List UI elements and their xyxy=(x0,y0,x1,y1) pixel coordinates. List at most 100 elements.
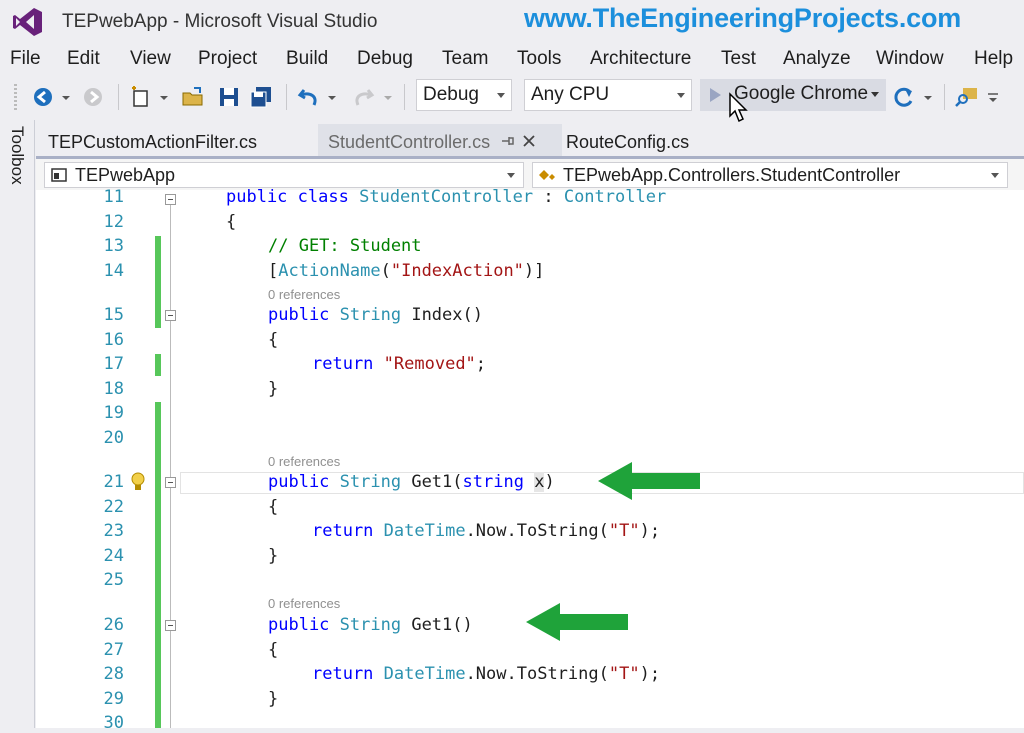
line-number: 15 xyxy=(103,305,124,325)
tab-routeconfig[interactable]: RouteConfig.cs xyxy=(556,124,699,158)
keyword: class xyxy=(297,187,349,207)
start-target-dropdown-icon[interactable] xyxy=(870,91,880,99)
type-name: String xyxy=(339,472,402,492)
toolbar-grip[interactable] xyxy=(14,84,17,110)
menu-test[interactable]: Test xyxy=(721,48,756,70)
line-number: 12 xyxy=(103,212,124,232)
navigate-back-icon[interactable] xyxy=(30,84,56,110)
title-bar: TEPwebApp - Microsoft Visual Studio www.… xyxy=(0,0,1024,44)
undo-icon[interactable] xyxy=(296,84,322,110)
collapse-toggle[interactable] xyxy=(165,194,176,205)
parameter-name: x xyxy=(534,472,545,492)
collapse-toggle[interactable] xyxy=(165,477,176,488)
line-number: 19 xyxy=(103,403,124,423)
project-name: TEPwebApp xyxy=(75,165,176,185)
code-line: { xyxy=(268,640,278,660)
change-indicator xyxy=(155,402,161,728)
method-signature: Index() xyxy=(401,305,483,325)
new-project-icon[interactable] xyxy=(128,84,154,110)
keyword: string xyxy=(462,472,524,492)
menu-debug[interactable]: Debug xyxy=(357,48,413,70)
codelens-references[interactable]: 0 references xyxy=(268,596,340,611)
keyword: return xyxy=(312,354,374,374)
collapse-toggle[interactable] xyxy=(165,310,176,321)
menu-window[interactable]: Window xyxy=(876,48,944,70)
redo-icon[interactable] xyxy=(350,84,376,110)
collapse-toggle[interactable] xyxy=(165,620,176,631)
watermark-text: www.TheEngineeringProjects.com xyxy=(524,3,962,33)
brace: { xyxy=(268,330,279,350)
string-literal: "Removed" xyxy=(383,354,476,374)
save-icon[interactable] xyxy=(216,84,242,110)
code-line: { xyxy=(268,497,278,517)
line-number: 14 xyxy=(103,261,124,281)
line-number: 27 xyxy=(103,640,124,660)
brace: } xyxy=(268,379,279,399)
open-file-icon[interactable] xyxy=(180,84,206,110)
lightbulb-icon[interactable] xyxy=(130,472,146,492)
toolbar-separator xyxy=(286,84,287,110)
line-number: 13 xyxy=(103,236,124,256)
code-line: public class StudentController : Control… xyxy=(226,187,666,207)
menu-view[interactable]: View xyxy=(130,48,171,70)
change-indicator xyxy=(155,236,161,328)
navigate-back-dropdown-icon[interactable] xyxy=(60,84,72,110)
menu-analyze[interactable]: Analyze xyxy=(783,48,851,70)
find-in-files-icon[interactable] xyxy=(954,84,980,110)
line-number: 11 xyxy=(103,187,124,207)
menu-tools[interactable]: Tools xyxy=(517,48,561,70)
chevron-down-icon xyxy=(497,93,505,98)
keyword: public xyxy=(268,615,330,635)
close-icon[interactable] xyxy=(522,134,536,148)
refresh-dropdown-icon[interactable] xyxy=(922,84,934,110)
code-line: public String Get1() xyxy=(268,615,473,635)
solution-configuration-dropdown[interactable]: Debug xyxy=(416,79,512,111)
undo-dropdown-icon[interactable] xyxy=(326,84,338,110)
code-line: return DateTime.Now.ToString("T"); xyxy=(312,521,660,541)
type-name: TEPwebApp.Controllers.StudentController xyxy=(563,165,901,185)
line-number: 23 xyxy=(103,521,124,541)
save-all-icon[interactable] xyxy=(248,84,274,110)
toolbar-separator xyxy=(118,84,119,110)
mouse-cursor-icon xyxy=(729,92,748,123)
play-icon xyxy=(710,88,721,102)
menu-project[interactable]: Project xyxy=(198,48,257,70)
method-signature: Get1() xyxy=(401,615,473,635)
menu-architecture[interactable]: Architecture xyxy=(590,48,691,70)
tab-studentcontroller[interactable]: StudentController.cs xyxy=(318,124,562,158)
menu-build[interactable]: Build xyxy=(286,48,328,70)
code-line: public String Index() xyxy=(268,305,483,325)
pin-icon[interactable] xyxy=(500,134,514,148)
brace: { xyxy=(226,212,237,232)
keyword: public xyxy=(226,187,288,207)
menu-file[interactable]: File xyxy=(10,48,41,70)
menu-edit[interactable]: Edit xyxy=(67,48,100,70)
brace: } xyxy=(268,546,279,566)
codelens-references[interactable]: 0 references xyxy=(268,454,340,469)
toolbox-panel[interactable] xyxy=(0,120,35,728)
solution-platform-dropdown[interactable]: Any CPU xyxy=(524,79,692,111)
codelens-references[interactable]: 0 references xyxy=(268,287,340,302)
toolbar-overflow-icon[interactable] xyxy=(986,84,1000,110)
punctuation: ) xyxy=(544,472,555,492)
navigate-forward-icon[interactable] xyxy=(80,84,106,110)
new-project-dropdown-icon[interactable] xyxy=(158,84,170,110)
line-number: 29 xyxy=(103,689,124,709)
base-class: Controller xyxy=(563,187,667,207)
type-dropdown[interactable]: TEPwebApp.Controllers.StudentController xyxy=(532,162,1008,188)
code-line: } xyxy=(268,379,278,399)
project-dropdown[interactable]: TEPwebApp xyxy=(44,162,524,188)
refresh-icon[interactable] xyxy=(888,84,920,110)
keyword: public xyxy=(268,305,330,325)
tab-tepcustomactionfilter[interactable]: TEPCustomActionFilter.cs xyxy=(38,124,267,158)
code-line: [ActionName("IndexAction")] xyxy=(268,261,544,281)
redo-dropdown-icon[interactable] xyxy=(382,84,394,110)
menu-help[interactable]: Help xyxy=(974,48,1013,70)
chevron-down-icon xyxy=(991,173,999,178)
toolbox-label[interactable]: Toolbox xyxy=(7,126,27,185)
punctuation: ); xyxy=(639,521,661,541)
string-literal: "T" xyxy=(608,521,640,541)
menu-team[interactable]: Team xyxy=(442,48,488,70)
string-literal: "T" xyxy=(608,664,640,684)
